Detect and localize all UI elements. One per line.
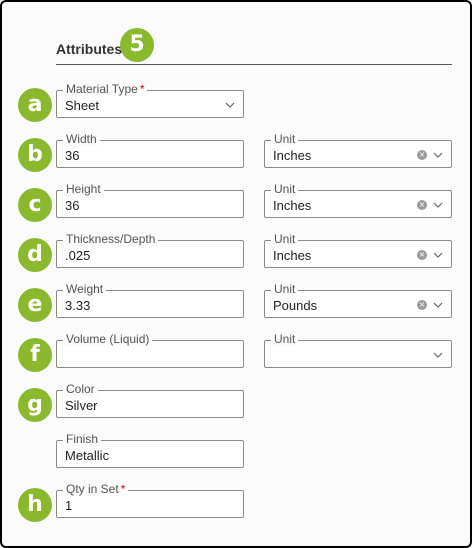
chevron-down-icon [433,202,443,208]
required-marker: * [139,82,145,96]
callout-badge-c: c [18,188,52,222]
width-unit-select[interactable]: Unit Inches × [264,132,452,168]
callout-badge-g: g [18,388,52,422]
clear-icon[interactable]: × [417,150,427,160]
attributes-panel: Attributes 5 a Material Type * Sheet b Wi… [0,0,472,548]
weight-input[interactable]: Weight 3.33 [56,282,244,318]
thickness-unit-value: Inches [273,248,312,263]
material-type-select[interactable]: Material Type * Sheet [56,82,244,118]
required-marker: * [120,482,126,496]
qty-in-set-input[interactable]: Qty in Set * 1 [56,482,244,518]
qty-in-set-value: 1 [65,498,73,513]
callout-badge-f: f [18,338,52,372]
weight-label: Weight [63,282,107,296]
qty-in-set-label: Qty in Set * [63,482,129,496]
height-unit-select[interactable]: Unit Inches × [264,182,452,218]
clear-icon[interactable]: × [417,250,427,260]
width-unit-label: Unit [271,132,299,146]
weight-value: 3.33 [65,298,91,313]
section-divider [56,64,452,65]
color-value: Silver [65,398,98,413]
width-label: Width [63,132,100,146]
color-label: Color [63,382,98,396]
callout-badge-h: h [18,488,52,522]
volume-label: Volume (Liquid) [63,332,153,346]
weight-unit-label: Unit [271,282,299,296]
step-badge: 5 [120,28,154,62]
clear-icon[interactable]: × [417,200,427,210]
thickness-unit-select[interactable]: Unit Inches × [264,232,452,268]
height-label: Height [63,182,104,196]
finish-value: Metallic [65,448,110,463]
material-type-label: Material Type * [63,82,148,96]
chevron-down-icon [433,252,443,258]
volume-unit-select[interactable]: Unit [264,332,452,368]
material-type-value: Sheet [65,98,99,113]
width-value: 36 [65,148,80,163]
height-unit-label: Unit [271,182,299,196]
clear-icon[interactable]: × [417,300,427,310]
chevron-down-icon [225,102,235,108]
volume-input[interactable]: Volume (Liquid) [56,332,244,368]
height-input[interactable]: Height 36 [56,182,244,218]
weight-unit-value: Pounds [273,298,318,313]
thickness-input[interactable]: Thickness/Depth .025 [56,232,244,268]
finish-label: Finish [63,432,102,446]
width-unit-value: Inches [273,148,312,163]
callout-badge-a: a [18,88,52,122]
section-title: Attributes [56,41,123,57]
callout-badge-b: b [18,138,52,172]
volume-unit-label: Unit [271,332,299,346]
thickness-value: .025 [65,248,91,263]
callout-badge-e: e [18,288,52,322]
callout-badge-d: d [18,238,52,272]
chevron-down-icon [433,302,443,308]
thickness-label: Thickness/Depth [63,232,159,246]
finish-input[interactable]: Finish Metallic [56,432,244,468]
chevron-down-icon [433,152,443,158]
width-input[interactable]: Width 36 [56,132,244,168]
thickness-unit-label: Unit [271,232,299,246]
height-unit-value: Inches [273,198,312,213]
height-value: 36 [65,198,80,213]
weight-unit-select[interactable]: Unit Pounds × [264,282,452,318]
chevron-down-icon [433,352,443,358]
color-input[interactable]: Color Silver [56,382,244,418]
